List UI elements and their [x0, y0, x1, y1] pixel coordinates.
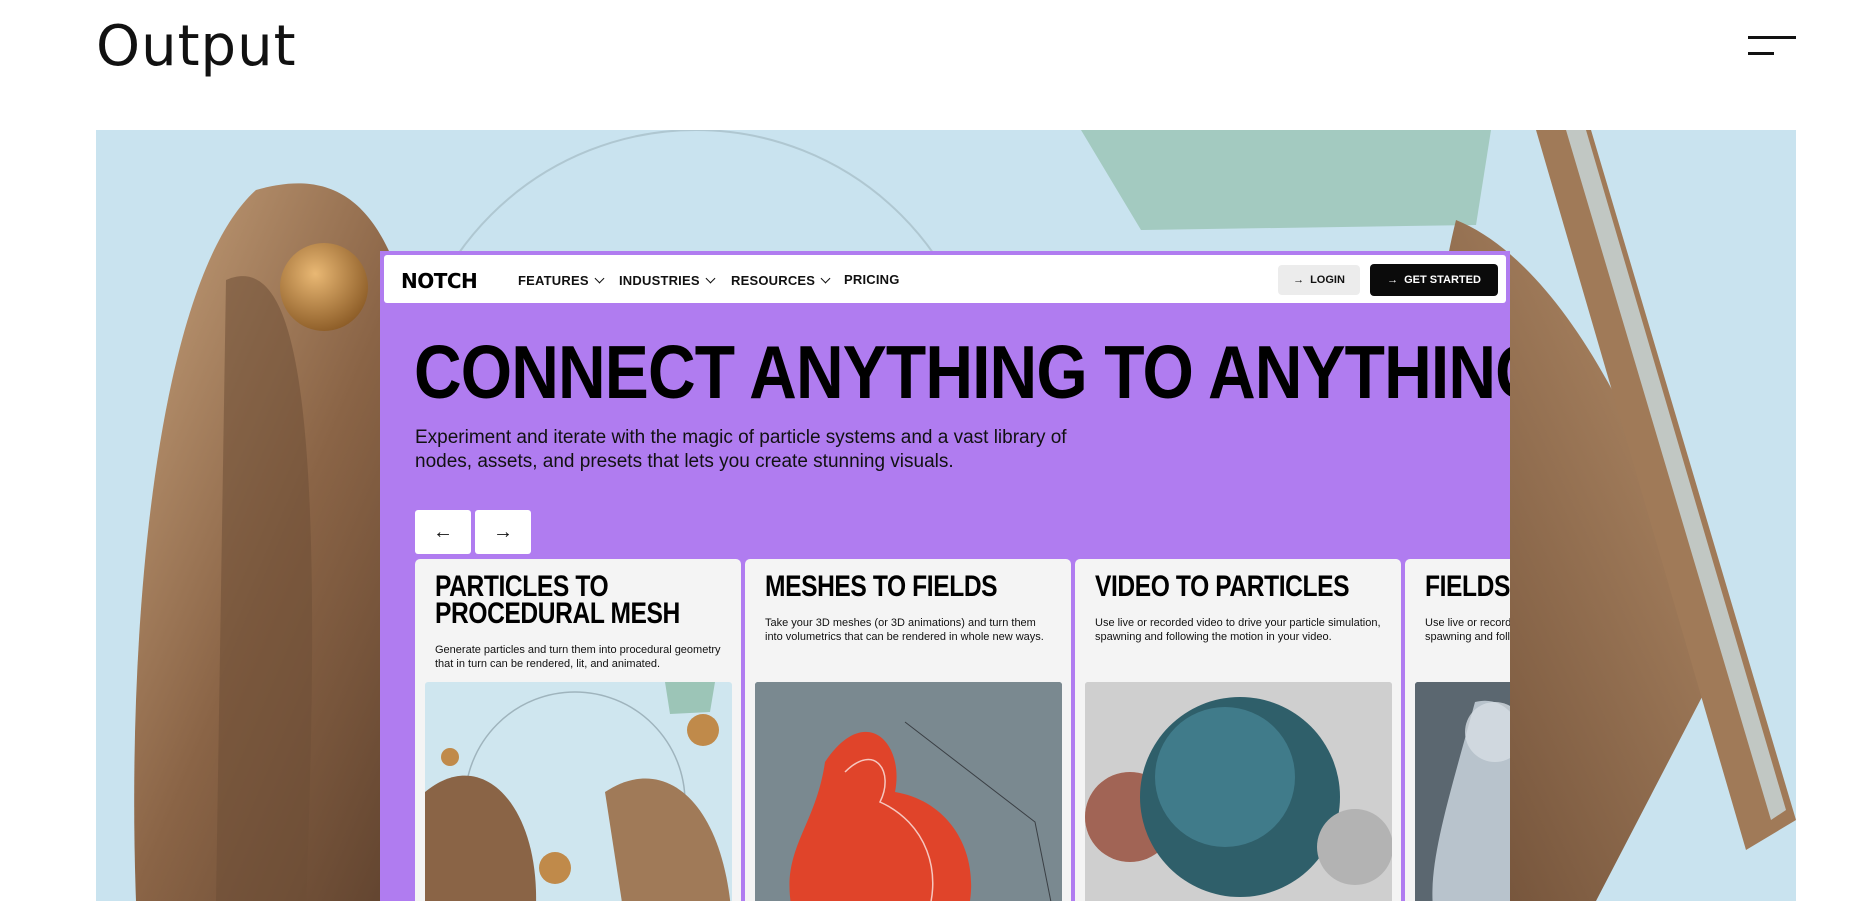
notch-logo[interactable]: NOTCH	[401, 269, 478, 293]
feature-card[interactable]: FIELDS TO Use live or recorded video to …	[1405, 559, 1510, 901]
card-image	[755, 682, 1062, 901]
card-title: MESHES TO FIELDS	[765, 570, 998, 603]
nav-resources[interactable]: RESOURCES	[731, 273, 831, 288]
card-description: Use live or recorded video to drive your…	[1095, 617, 1381, 643]
chevron-down-icon	[594, 273, 605, 284]
carousel-prev-button[interactable]: ←	[415, 510, 471, 554]
card-description: Generate particles and turn them into pr…	[435, 644, 721, 670]
hero-subtitle: Experiment and iterate with the magic of…	[415, 427, 1067, 472]
card-description: Use live or recorded video to drive your…	[1425, 617, 1510, 643]
login-button[interactable]: → LOGIN	[1278, 265, 1360, 295]
card-title: FIELDS TO	[1425, 570, 1510, 603]
hamburger-menu-icon[interactable]	[1748, 34, 1796, 58]
card-image	[1085, 682, 1392, 901]
arrow-left-icon: ←	[433, 520, 453, 543]
arrow-right-icon: →	[1293, 274, 1305, 286]
card-description: Take your 3D meshes (or 3D animations) a…	[765, 617, 1044, 643]
card-title: PARTICLES TO PROCEDURAL MESH	[435, 570, 680, 630]
chevron-down-icon	[820, 273, 831, 284]
feature-card[interactable]: PARTICLES TO PROCEDURAL MESH Generate par…	[415, 559, 741, 901]
card-image	[425, 682, 732, 901]
mockup-navbar: NOTCH FEATURES INDUSTRIES RESOURCES PRIC…	[384, 255, 1506, 303]
arrow-right-icon: →	[1387, 274, 1399, 286]
spheres-thumbnail	[1085, 682, 1392, 901]
nav-pricing-label: PRICING	[844, 272, 900, 287]
nav-features-label: FEATURES	[518, 273, 589, 288]
nav-industries-label: INDUSTRIES	[619, 273, 700, 288]
feature-card[interactable]: VIDEO TO PARTICLES Use live or recorded …	[1075, 559, 1401, 901]
carousel-next-button[interactable]: →	[475, 510, 531, 554]
get-started-label: GET STARTED	[1404, 274, 1481, 286]
card-image	[1415, 682, 1510, 901]
arrow-right-icon: →	[493, 520, 513, 543]
nav-resources-label: RESOURCES	[731, 273, 816, 288]
page-title: Output	[96, 14, 297, 79]
nav-features[interactable]: FEATURES	[518, 273, 605, 288]
feature-card[interactable]: MESHES TO FIELDS Take your 3D meshes (or…	[745, 559, 1071, 901]
nav-industries[interactable]: INDUSTRIES	[619, 273, 716, 288]
nav-pricing[interactable]: PRICING	[844, 272, 900, 287]
hero-image: NOTCH FEATURES INDUSTRIES RESOURCES PRIC…	[96, 130, 1796, 901]
particle-figure-thumbnail	[1415, 682, 1510, 901]
get-started-button[interactable]: → GET STARTED	[1370, 264, 1498, 296]
hero-headline: CONNECT ANYTHING TO ANYTHING	[414, 330, 1510, 414]
website-mockup: NOTCH FEATURES INDUSTRIES RESOURCES PRIC…	[380, 251, 1510, 901]
red-volumetric-thumbnail	[755, 682, 1062, 901]
login-label: LOGIN	[1310, 274, 1345, 286]
chevron-down-icon	[705, 273, 716, 284]
card-title: VIDEO TO PARTICLES	[1095, 570, 1350, 603]
wood-shapes-thumbnail	[425, 682, 731, 901]
